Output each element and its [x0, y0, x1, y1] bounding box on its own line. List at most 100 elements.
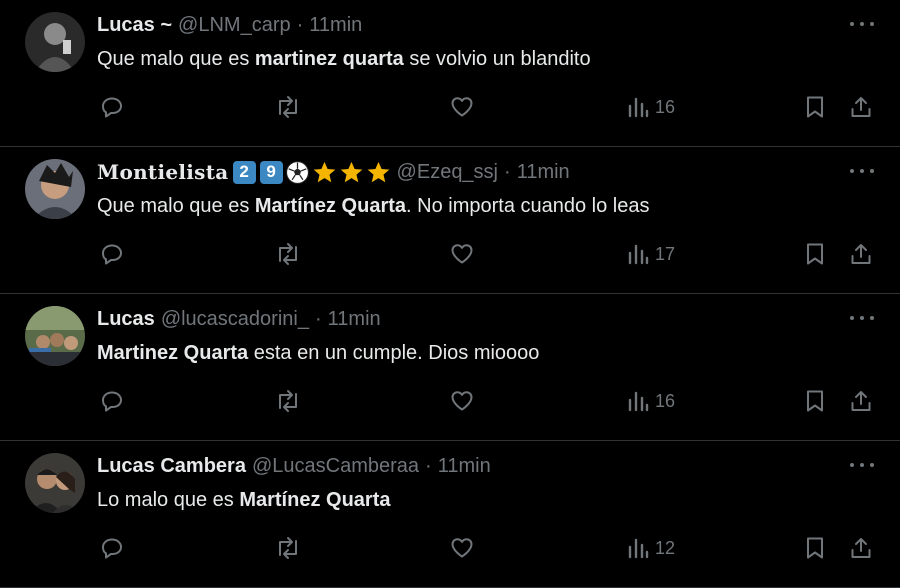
views-count: 17 — [655, 243, 676, 264]
tweet[interactable]: Lucas Cambera @LucasCamberaa · 11min Lo … — [0, 441, 900, 588]
display-name[interactable]: Lucas ~ — [97, 12, 172, 38]
views-icon — [628, 97, 649, 118]
more-icon[interactable] — [850, 165, 874, 177]
timestamp[interactable]: 11min — [328, 306, 381, 332]
reply-icon — [102, 244, 122, 265]
user-handle[interactable]: @LucasCamberaa — [252, 453, 419, 479]
separator-dot: · — [425, 455, 432, 477]
separator-dot: · — [504, 161, 511, 183]
action-bar: 12 — [0, 536, 900, 562]
action-bar: 17 — [0, 242, 900, 268]
retweet-button[interactable] — [274, 242, 302, 266]
avatar[interactable] — [25, 306, 85, 366]
views-icon — [628, 538, 649, 559]
share-button[interactable] — [849, 242, 873, 266]
soccer-ball-icon — [285, 160, 310, 185]
tweet-header: Lucas ~ @LNM_carp · 11min — [97, 12, 820, 38]
views-button[interactable]: 17 — [627, 242, 675, 266]
display-name[interactable]: Lucas — [97, 306, 155, 332]
share-button[interactable] — [849, 536, 873, 560]
avatar[interactable] — [25, 453, 85, 513]
like-icon — [451, 538, 473, 558]
views-button[interactable]: 16 — [627, 389, 675, 413]
bookmark-icon — [807, 537, 823, 559]
avatar[interactable] — [25, 159, 85, 219]
share-icon — [851, 391, 871, 411]
tweet-text: Que malo que es Martínez Quarta. No impo… — [97, 195, 650, 217]
tweet-text: Que malo que es martinez quarta se volvi… — [97, 48, 591, 70]
action-bar: 16 — [0, 95, 900, 121]
more-icon[interactable] — [850, 459, 874, 471]
tweet[interactable]: Lucas @lucascadorini_ · 11min Martinez Q… — [0, 294, 900, 441]
like-button[interactable] — [450, 95, 474, 119]
retweet-icon — [279, 243, 297, 265]
separator-dot: · — [296, 14, 304, 36]
avatar[interactable] — [25, 12, 85, 72]
bookmark-icon — [807, 96, 823, 118]
tweet-text-bold: Martinez Quarta — [97, 342, 249, 364]
keycap-badge: 9 — [259, 160, 283, 184]
share-button[interactable] — [849, 95, 873, 119]
timestamp[interactable]: 11min — [517, 159, 570, 185]
views-button[interactable]: 16 — [627, 95, 675, 119]
more-icon[interactable] — [850, 312, 874, 324]
bookmark-button[interactable] — [804, 389, 826, 413]
user-handle[interactable]: @lucascadorini_ — [161, 306, 309, 332]
bookmark-button[interactable] — [804, 536, 826, 560]
views-icon — [628, 391, 649, 412]
retweet-icon — [279, 390, 297, 412]
views-count: 12 — [655, 537, 676, 558]
keycap-badge: 2 — [232, 160, 256, 184]
bookmark-button[interactable] — [804, 242, 826, 266]
retweet-button[interactable] — [274, 389, 302, 413]
user-handle[interactable]: @LNM_carp — [178, 12, 291, 38]
bookmark-icon — [807, 390, 823, 412]
like-icon — [451, 97, 473, 117]
separator-dot: · — [314, 308, 322, 330]
timestamp[interactable]: 11min — [309, 12, 362, 38]
bookmark-icon — [807, 243, 823, 265]
retweet-button[interactable] — [274, 536, 302, 560]
reply-button[interactable] — [100, 242, 124, 266]
like-icon — [451, 391, 473, 411]
share-icon — [851, 97, 871, 117]
more-icon[interactable] — [850, 18, 874, 30]
tweet-header: Lucas @lucascadorini_ · 11min — [97, 306, 820, 332]
views-icon — [628, 244, 649, 265]
star-icon — [312, 160, 337, 185]
reply-button[interactable] — [100, 95, 124, 119]
reply-icon — [102, 391, 122, 412]
views-count: 16 — [655, 96, 676, 117]
share-icon — [851, 538, 871, 558]
display-name[interactable]: Lucas Cambera — [97, 453, 246, 479]
reply-icon — [102, 97, 122, 118]
bookmark-button[interactable] — [804, 95, 826, 119]
like-button[interactable] — [450, 242, 474, 266]
tweet-text: Martinez Quarta esta en un cumple. Dios … — [97, 342, 540, 364]
tweet[interactable]: Montielista 2 9 @Ezeq_ssj · 11min Que ma… — [0, 147, 900, 294]
share-button[interactable] — [849, 389, 873, 413]
retweet-button[interactable] — [274, 95, 302, 119]
reply-icon — [102, 538, 122, 559]
tweet-text-bold: Martínez Quarta — [239, 489, 391, 511]
star-icon — [339, 160, 364, 185]
like-button[interactable] — [450, 536, 474, 560]
tweet-text-bold: Martínez Quarta — [254, 195, 407, 217]
tweet[interactable]: Lucas ~ @LNM_carp · 11min Que malo que e… — [0, 0, 900, 147]
reply-button[interactable] — [100, 389, 124, 413]
views-button[interactable]: 12 — [627, 536, 675, 560]
reply-button[interactable] — [100, 536, 124, 560]
retweet-icon — [279, 96, 297, 118]
tweet-text: Lo malo que es Martínez Quarta — [97, 489, 391, 511]
display-name[interactable]: Montielista — [97, 159, 229, 185]
tweet-header: Montielista 2 9 @Ezeq_ssj · 11min — [97, 159, 820, 185]
star-icon — [366, 160, 391, 185]
like-button[interactable] — [450, 389, 474, 413]
action-bar: 16 — [0, 389, 900, 415]
user-handle[interactable]: @Ezeq_ssj — [397, 159, 498, 185]
share-icon — [851, 244, 871, 264]
timestamp[interactable]: 11min — [438, 453, 491, 479]
tweet-text-bold: martinez quarta — [254, 48, 404, 70]
views-count: 16 — [655, 390, 676, 411]
retweet-icon — [279, 537, 297, 559]
